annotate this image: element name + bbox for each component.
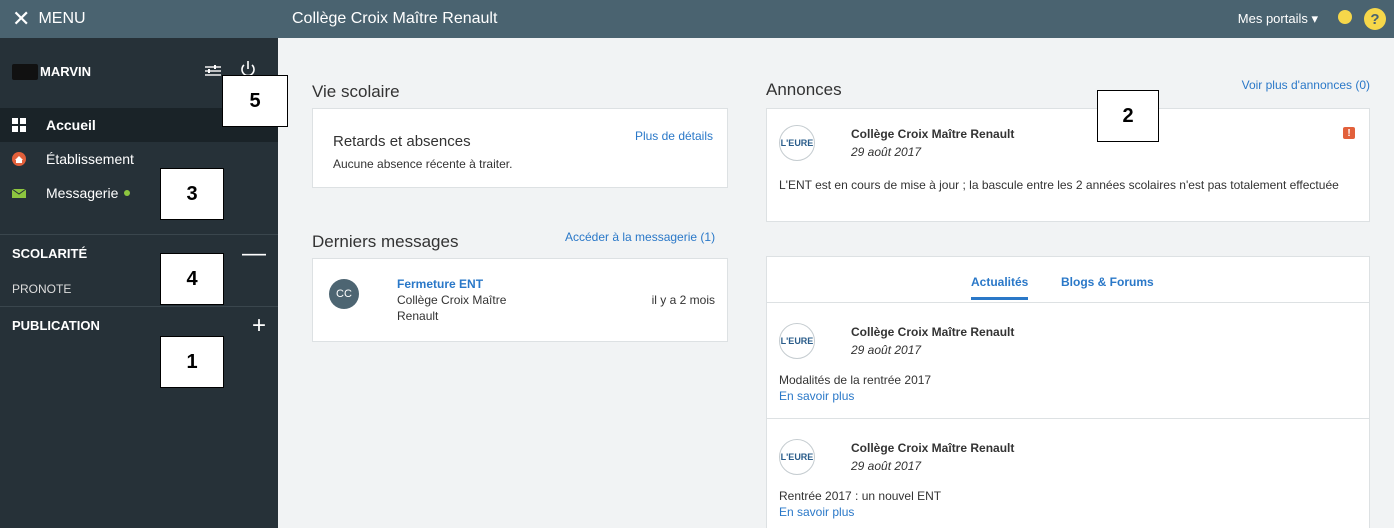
sidebar-item-label: Établissement <box>46 151 134 167</box>
news-card: Actualités Blogs & Forums L'EURE Collège… <box>766 256 1370 528</box>
page-title: Collège Croix Maître Renault <box>292 10 498 27</box>
messagerie-link[interactable]: Accéder à la messagerie (1) <box>565 230 715 244</box>
absences-text: Aucune absence récente à traiter. <box>333 157 513 171</box>
annotation-box-3: 3 <box>160 168 224 220</box>
annonce-text: L'ENT est en cours de mise à jour ; la b… <box>779 178 1339 192</box>
vie-scolaire-title: Vie scolaire <box>312 82 400 101</box>
lightbulb-icon[interactable] <box>1338 10 1352 24</box>
user-name: MARVIN <box>40 64 92 79</box>
annonce-date: 29 août 2017 <box>851 145 922 159</box>
news-author: Collège Croix Maître Renault <box>851 441 1015 455</box>
news-date: 29 août 2017 <box>851 459 922 473</box>
annonce-author: Collège Croix Maître Renault <box>851 127 1015 141</box>
annonce-item[interactable]: L'EURE Collège Croix Maître Renault 29 a… <box>766 108 1370 222</box>
sidebar-item-messagerie[interactable]: Messagerie <box>0 176 278 210</box>
sender-avatar: CC <box>329 279 359 309</box>
sidebar-item-pronote[interactable]: PRONOTE <box>0 272 278 306</box>
news-text: Modalités de la rentrée 2017 <box>779 373 932 387</box>
settings-sliders-icon[interactable] <box>204 63 222 79</box>
section-publication[interactable]: PUBLICATION + <box>0 306 278 344</box>
redacted-name <box>12 64 38 80</box>
section-scolarite[interactable]: SCOLARITÉ — <box>0 234 278 272</box>
message-subject[interactable]: Fermeture ENT <box>397 277 483 291</box>
main-content: Vie scolaire Retards et absences Plus de… <box>278 38 1394 528</box>
news-tabs: Actualités Blogs & Forums <box>767 257 1369 303</box>
tab-actualites[interactable]: Actualités <box>971 275 1029 300</box>
details-link[interactable]: Plus de détails <box>635 129 713 143</box>
tab-blogs-forums[interactable]: Blogs & Forums <box>1061 275 1154 289</box>
message-sender-cont: Renault <box>397 309 439 323</box>
section-label: SCOLARITÉ <box>12 246 88 261</box>
news-author: Collège Croix Maître Renault <box>851 325 1015 339</box>
grid-icon <box>12 118 26 132</box>
expand-icon[interactable]: + <box>252 313 266 338</box>
menu-toggle[interactable]: ✕ MENU <box>0 0 278 38</box>
close-icon[interactable]: ✕ <box>12 8 30 30</box>
school-logo: L'EURE <box>779 323 815 359</box>
absences-card: Retards et absences Plus de détails Aucu… <box>312 108 728 188</box>
sidebar-item-etablissement[interactable]: Établissement <box>0 142 278 176</box>
school-logo: L'EURE <box>779 439 815 475</box>
unread-dot <box>124 190 131 196</box>
annotation-box-5: 5 <box>222 75 288 127</box>
portails-dropdown[interactable]: Mes portails ▾ <box>1238 11 1318 27</box>
top-header: Collège Croix Maître Renault Mes portail… <box>278 0 1394 38</box>
message-item[interactable]: CC Fermeture ENT Collège Croix Maître Re… <box>312 258 728 342</box>
sidebar-item-label: Messagerie <box>46 185 119 201</box>
news-item: L'EURE Collège Croix Maître Renault 29 a… <box>767 303 1369 419</box>
news-date: 29 août 2017 <box>851 343 922 357</box>
annotation-box-1: 1 <box>160 336 224 388</box>
help-icon[interactable]: ? <box>1364 8 1386 30</box>
read-more-link[interactable]: En savoir plus <box>779 389 854 403</box>
absences-title: Retards et absences <box>333 133 471 150</box>
message-time: il y a 2 mois <box>651 293 715 307</box>
messages-title: Derniers messages <box>312 232 459 251</box>
annonces-link[interactable]: Voir plus d'annonces (0) <box>1242 78 1370 92</box>
envelope-icon <box>12 188 26 198</box>
section-label: PUBLICATION <box>12 318 100 333</box>
sidebar-item-label: Accueil <box>46 117 96 133</box>
annonces-title: Annonces <box>766 80 842 99</box>
alert-icon: ! <box>1343 127 1355 139</box>
home-icon <box>12 152 26 166</box>
menu-label: MENU <box>38 10 86 27</box>
read-more-link[interactable]: En savoir plus <box>779 505 854 519</box>
news-item: L'EURE Collège Croix Maître Renault 29 a… <box>767 419 1369 528</box>
news-text: Rentrée 2017 : un nouvel ENT <box>779 489 942 503</box>
school-logo: L'EURE <box>779 125 815 161</box>
sidebar-item-label: PRONOTE <box>12 282 72 296</box>
annotation-box-2: 2 <box>1097 90 1159 142</box>
message-sender: Collège Croix Maître <box>397 293 507 307</box>
annotation-box-4: 4 <box>160 253 224 305</box>
collapse-icon[interactable]: — <box>242 241 266 266</box>
